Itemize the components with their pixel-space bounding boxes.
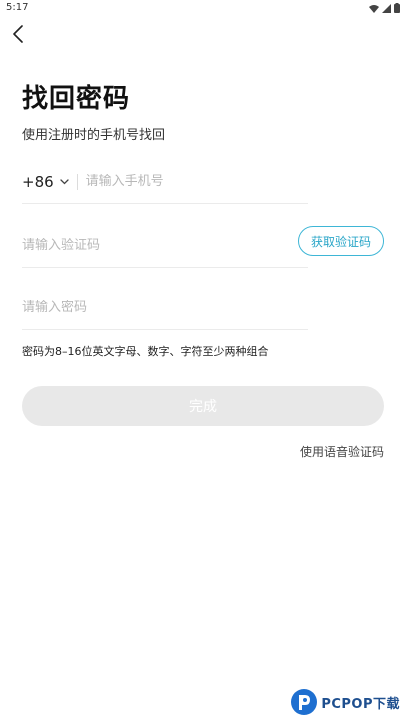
- status-icons: [369, 3, 400, 13]
- wifi-icon: [369, 4, 379, 13]
- status-bar: 5:17: [0, 0, 406, 18]
- watermark-text: PCPOP下载: [321, 696, 400, 712]
- country-code-select[interactable]: +86: [22, 173, 69, 191]
- verification-code-input[interactable]: [22, 238, 308, 253]
- get-code-button[interactable]: 获取验证码: [298, 226, 384, 256]
- chevron-down-icon: [60, 178, 69, 184]
- voice-code-link[interactable]: 使用语音验证码: [300, 443, 384, 460]
- pcpop-logo-icon: [291, 689, 318, 715]
- field-divider: [76, 173, 78, 190]
- status-time: 5:17: [6, 2, 29, 13]
- password-input[interactable]: [22, 300, 308, 315]
- chevron-left-icon: [13, 25, 23, 43]
- code-field-row: [22, 224, 308, 268]
- country-code-label: +86: [22, 172, 54, 191]
- password-field-row: [22, 286, 308, 330]
- battery-icon: [394, 3, 400, 13]
- phone-input[interactable]: [85, 174, 308, 189]
- back-button[interactable]: [6, 22, 30, 46]
- page-subtitle: 使用注册时的手机号找回: [22, 128, 166, 143]
- password-hint: 密码为8–16位英文字母、数字、字符至少两种组合: [22, 345, 269, 358]
- page-title: 找回密码: [22, 84, 131, 114]
- watermark: PCPOP下载: [290, 688, 400, 716]
- signal-icon: [382, 3, 391, 13]
- submit-button[interactable]: 完成: [22, 386, 384, 426]
- phone-field-row: +86: [22, 160, 308, 204]
